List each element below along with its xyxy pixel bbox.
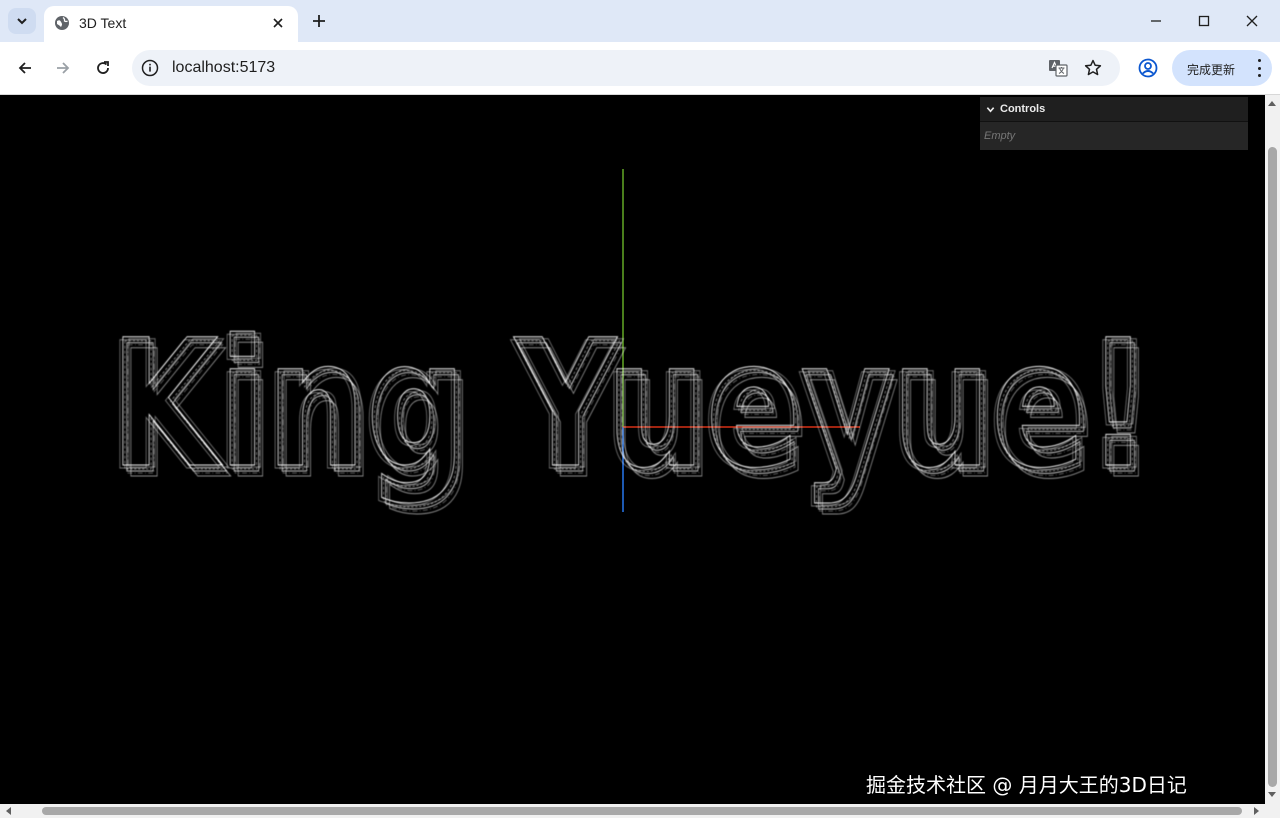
controls-panel-title: Controls (1000, 103, 1046, 115)
close-icon (273, 18, 283, 28)
horizontal-scrollbar[interactable] (0, 804, 1280, 818)
profile-button[interactable] (1136, 56, 1160, 80)
forward-button[interactable] (50, 55, 76, 81)
scroll-down-arrow[interactable] (1268, 792, 1276, 797)
update-button-label: 完成更新 (1187, 63, 1236, 77)
reload-button[interactable] (90, 55, 116, 81)
reload-icon (97, 61, 109, 74)
translate-button[interactable] (1048, 58, 1068, 78)
threejs-canvas[interactable]: King Yueyue!King Yueyue!King Yueyue!King… (0, 95, 1265, 804)
tab-title: 3D Text (79, 15, 127, 31)
close-icon (1246, 15, 1258, 27)
star-icon (1084, 59, 1102, 76)
info-icon[interactable] (141, 59, 159, 77)
window-close-button[interactable] (1240, 10, 1264, 32)
more-vert-icon[interactable] (1254, 59, 1264, 77)
minimize-button[interactable] (1144, 10, 1168, 32)
browser-toolbar: localhost:5173 完成更新 (0, 42, 1280, 95)
translate-icon (1049, 60, 1068, 77)
tab-search-button[interactable] (8, 8, 36, 34)
controls-empty-text: Empty (980, 122, 1248, 150)
tab-strip: 3D Text (0, 0, 1280, 42)
page-viewport: King Yueyue! King Yueyue! King Yueyue! King… (0, 95, 1265, 804)
maximize-button[interactable] (1192, 10, 1216, 32)
arrow-left-icon (18, 62, 31, 74)
scroll-up-arrow[interactable] (1268, 101, 1276, 106)
address-bar[interactable]: localhost:5173 (132, 50, 1120, 86)
tab-close-button[interactable] (268, 13, 288, 33)
account-icon (1138, 58, 1158, 78)
chevron-down-icon (986, 106, 995, 113)
horizontal-scroll-thumb[interactable] (42, 807, 1242, 815)
maximize-icon (1198, 15, 1210, 27)
new-tab-button[interactable] (308, 10, 330, 32)
update-button[interactable]: 完成更新 (1172, 50, 1272, 86)
bookmark-button[interactable] (1083, 58, 1103, 78)
vertical-scrollbar[interactable] (1265, 95, 1280, 804)
tab-active[interactable]: 3D Text (44, 6, 298, 42)
scroll-right-arrow[interactable] (1254, 807, 1259, 815)
back-button[interactable] (12, 55, 38, 81)
vertical-scroll-thumb[interactable] (1268, 147, 1277, 787)
browser-window: 3D Text localhost:5173 完成更新 King Yueyue!… (0, 0, 1280, 818)
scroll-left-arrow[interactable] (6, 807, 11, 815)
chevron-down-icon (17, 18, 27, 25)
plus-icon (313, 15, 325, 27)
wireframe-text-mesh: King Yueyue! (115, 310, 1155, 515)
controls-panel: Controls Empty (980, 97, 1248, 150)
controls-panel-header[interactable]: Controls (980, 97, 1248, 122)
minimize-icon (1151, 20, 1161, 22)
globe-icon (55, 16, 69, 30)
watermark-text: 掘金技术社区 @ 月月大王的3D日记 (866, 773, 1187, 797)
url-text[interactable]: localhost:5173 (172, 59, 275, 77)
wireframe-text: King Yueyue!King Yueyue!King Yueyue!King… (107, 302, 1159, 519)
arrow-right-icon (57, 62, 70, 74)
